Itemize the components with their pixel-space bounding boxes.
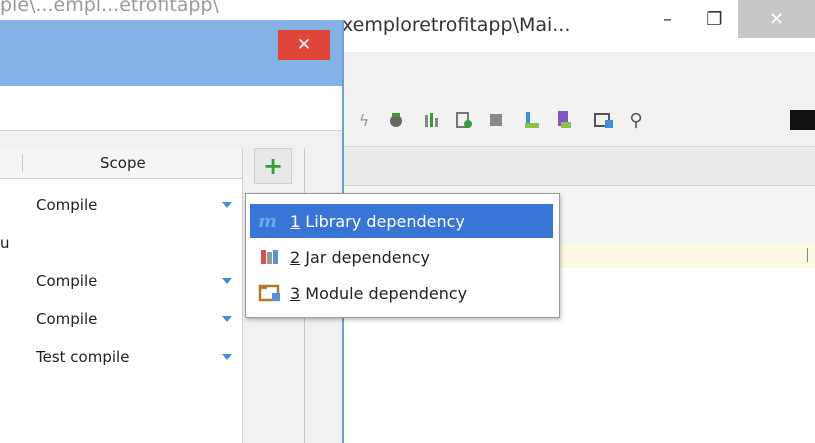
- stop-icon[interactable]: [486, 110, 506, 130]
- menu-item-label: Jar dependency: [305, 247, 431, 267]
- scope-value[interactable]: Compile: [36, 196, 97, 214]
- library-icon: m: [258, 211, 284, 232]
- dependency-name: u: [0, 234, 10, 252]
- debug-icon[interactable]: [386, 110, 406, 130]
- module-icon: [258, 283, 284, 303]
- lightning-icon[interactable]: ϟ: [354, 110, 374, 130]
- ide-title-left: ple\...empl...etrofitapp\: [0, 0, 219, 16]
- table-row[interactable]: Test compile: [0, 340, 242, 378]
- menu-item-module-dependency[interactable]: 3 Module dependency: [250, 276, 553, 310]
- menu-item-library-dependency[interactable]: m 1 Library dependency: [250, 204, 553, 238]
- chevron-down-icon[interactable]: [222, 278, 232, 284]
- menu-item-label: Module dependency: [305, 283, 468, 303]
- editor-caret: [807, 248, 808, 262]
- attach-debugger-icon[interactable]: [454, 110, 474, 130]
- ide-panel-strip: [342, 147, 815, 186]
- table-row[interactable]: Compile: [0, 188, 242, 226]
- menu-mnemonic: 2: [290, 247, 301, 267]
- add-dependency-popup-menu: m 1 Library dependency 2 Jar dependency …: [245, 193, 560, 318]
- profile-icon[interactable]: [422, 110, 442, 130]
- table-header: Scope: [0, 148, 242, 179]
- chevron-down-icon[interactable]: [222, 202, 232, 208]
- dependencies-table: Scope Compile u Compile Compile Test com…: [0, 148, 243, 443]
- table-row[interactable]: Compile: [0, 264, 242, 302]
- scope-value[interactable]: Test compile: [36, 348, 129, 366]
- column-divider[interactable]: [22, 154, 23, 172]
- dialog-tab-bar: [0, 86, 342, 131]
- search-icon[interactable]: ⚲: [626, 110, 646, 131]
- maximize-button[interactable]: ❐: [692, 0, 737, 38]
- dialog-titlebar: ✕: [0, 20, 342, 86]
- scope-value[interactable]: Compile: [36, 310, 97, 328]
- avd-manager-icon[interactable]: [554, 110, 574, 130]
- dialog-close-button[interactable]: ✕: [278, 30, 330, 60]
- minimize-button[interactable]: –: [645, 0, 690, 38]
- close-button[interactable]: ✕: [738, 0, 815, 38]
- jar-icon: [258, 247, 284, 267]
- device-preview-icon[interactable]: [790, 110, 815, 130]
- table-row[interactable]: u: [0, 226, 242, 264]
- ide-window-title: xemploretrofitapp\Mai...: [342, 14, 571, 36]
- table-row[interactable]: Compile: [0, 302, 242, 340]
- add-dependency-button[interactable]: +: [254, 148, 292, 184]
- sdk-manager-icon[interactable]: [522, 110, 542, 130]
- menu-item-jar-dependency[interactable]: 2 Jar dependency: [250, 240, 553, 274]
- scope-value[interactable]: Compile: [36, 272, 97, 290]
- menu-mnemonic: 3: [290, 283, 301, 303]
- svg-text:m: m: [258, 211, 277, 231]
- project-structure-icon[interactable]: [594, 110, 614, 130]
- scope-column-header[interactable]: Scope: [100, 154, 146, 172]
- ide-toolbar: ϟ ⚲: [342, 94, 815, 147]
- menu-item-label: Library dependency: [305, 211, 465, 231]
- menu-mnemonic: 1: [290, 211, 301, 231]
- chevron-down-icon[interactable]: [222, 316, 232, 322]
- chevron-down-icon[interactable]: [222, 354, 232, 360]
